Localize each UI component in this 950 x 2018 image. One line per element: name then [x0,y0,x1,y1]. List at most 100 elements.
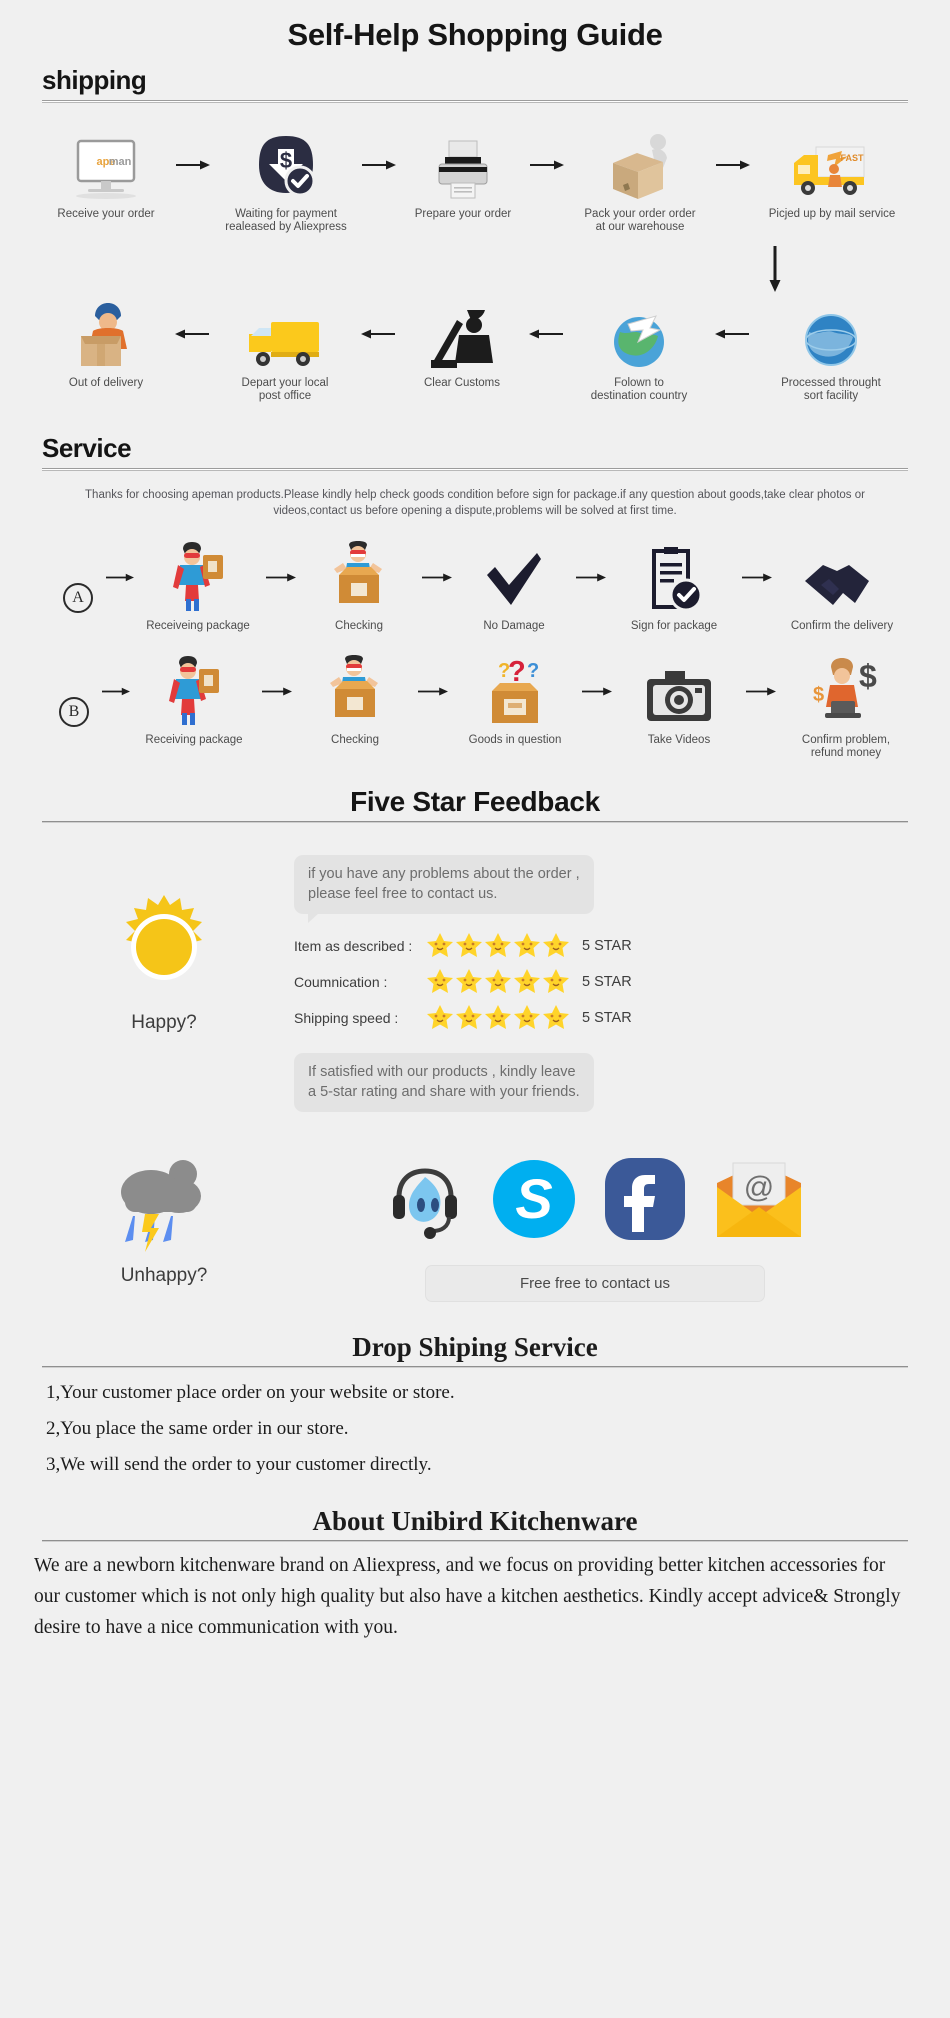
star-rating[interactable] [426,932,570,959]
ratings-list: Item as described : 5 STAR Coumnication … [294,932,916,1031]
arrow-right-icon [568,541,614,613]
service-divider [42,468,908,471]
shipping-step-flown-destination: Folown to destination country [569,298,709,403]
feedback-heading: Five Star Feedback [350,786,600,817]
hero-opening-box-icon [327,541,391,613]
happy-label: Happy? [131,1012,197,1033]
email-icon[interactable]: @ [713,1157,805,1246]
camera-icon [645,655,713,727]
unhappy-mood: Unhappy? [34,1152,294,1302]
service-step-take-videos: Take Videos [620,655,738,747]
rating-row: Shipping speed : 5 STAR [294,1004,916,1031]
step-label: Confirm the delivery [790,620,894,632]
shipping-step-prepare-order: Prepare your order [402,129,524,221]
arrow-right-icon [254,655,300,727]
step-label: Folown to destination country [590,377,688,402]
service-step-no-damage: No Damage [460,541,568,633]
bottom-bubble-text: If satisfied with our products , kindly … [294,1053,594,1112]
service-flow-row-a: A Receiveing package Checking No Damage … [0,541,950,633]
refund-agent-icon: $ $ [809,655,883,727]
dropship-item: 1,Your customer place order on your webs… [46,1382,455,1403]
step-label: Checking [335,620,383,632]
arrow-right-icon [734,541,780,613]
arrow-right-icon [170,129,216,201]
step-label: Out of delivery [68,377,144,389]
shipping-divider [42,100,908,103]
rating-label: Shipping speed : [294,1009,399,1026]
arrow-right-icon [738,655,784,727]
about-divider [42,1540,908,1542]
step-label: Pack your order order at our warehouse [584,208,696,233]
svg-text:$: $ [859,658,877,694]
step-label: Take Videos [647,734,711,746]
step-label: Clear Customs [423,377,501,389]
printer-icon [433,129,493,201]
svg-text:S: S [515,1167,552,1230]
arrow-right-icon [258,541,304,613]
step-label: Confirm problem, refund money [801,734,891,759]
shopping-guide-page: Self-Help Shopping Guide shipping ape ma… [0,0,950,2018]
step-label: Prepare your order [414,208,512,220]
shipping-step-depart-post-office: Depart your local post office [215,298,355,403]
storm-cloud-icon [109,1152,219,1259]
top-bubble-text: if you have any problems about the order… [294,855,594,923]
service-step-confirm-delivery: Confirm the delivery [780,541,904,633]
dropship-heading: Drop Shiping Service [352,1332,598,1362]
star-rating[interactable] [426,1004,570,1031]
svg-text:man: man [109,156,132,168]
service-heading: Service [42,433,132,463]
dropship-item: 3,We will send the order to your custome… [46,1454,432,1475]
contact-us-button[interactable]: Free free to contact us [425,1265,765,1302]
contact-channels: S @ Free free to contact us [294,1152,916,1302]
shipping-step-receive-order: ape man Receive your order [42,129,170,221]
badge-letter: B [59,697,89,727]
step-label: Processed throught sort facility [781,377,881,402]
step-label: No Damage [483,620,545,632]
step-label: Receiveing package [146,620,250,632]
feedback-happy-block: Happy? if you have any problems about th… [0,851,950,1112]
hero-with-package-icon [163,655,225,727]
skype-icon[interactable]: S [491,1156,577,1247]
about-body: We are a newborn kitchenware brand on Al… [34,1555,901,1638]
service-flow-row-b: B Receiving package Checking ? ? ? Goods… [0,655,950,760]
arrow-right-icon [574,655,620,727]
arrow-right-icon [102,541,138,613]
dropship-list: 1,Your customer place order on your webs… [0,1382,950,1476]
arrow-left-icon [709,298,755,370]
yellow-truck-icon [245,298,325,370]
rating-label: Coumnication : [294,973,388,990]
svg-text:$: $ [280,148,292,173]
step-label: Waiting for payment realeased by Aliexpr… [225,208,347,233]
arrow-right-icon [414,541,460,613]
feedback-unhappy-block: Unhappy? S @ Free free to contact us [0,1152,950,1302]
arrow-down-icon [0,246,950,292]
service-step-receiving-package-a: Receiveing package [138,541,258,633]
rating-value: 5 STAR [582,1009,632,1026]
step-label: Receive your order [57,208,155,220]
shipping-heading: shipping [42,65,147,95]
arrow-right-icon [524,129,570,201]
unhappy-label: Unhappy? [120,1265,208,1286]
row-b-badge: B [50,655,98,727]
feedback-details: if you have any problems about the order… [294,851,916,1112]
rating-label: Item as described : [294,937,413,954]
star-rating[interactable] [426,968,570,995]
shipping-flow-row-1: ape man Receive your order $ Waiting for… [0,129,950,234]
service-step-goods-in-question: ? ? ? Goods in question [456,655,574,747]
step-label: Checking [331,734,379,746]
shipping-step-picked-mail: FAST Picjed up by mail service [756,129,908,221]
question-box-icon: ? ? ? [480,655,550,727]
svg-text:$: $ [813,684,824,706]
service-step-checking-b: Checking [300,655,410,747]
blue-globe-icon [801,298,861,370]
service-step-receiving-package-b: Receiving package [134,655,254,747]
shipping-step-clear-customs: Clear Customs [401,298,523,390]
happy-mood: Happy? [34,851,294,1112]
facebook-icon[interactable] [603,1156,687,1247]
alitalk-icon[interactable] [385,1157,465,1246]
hero-with-package-icon [167,541,229,613]
arrow-right-icon [710,129,756,201]
shipping-step-out-delivery: Out of delivery [43,298,169,390]
service-step-checking-a: Checking [304,541,414,633]
service-step-confirm-refund: $ $ Confirm problem, refund money [784,655,908,760]
